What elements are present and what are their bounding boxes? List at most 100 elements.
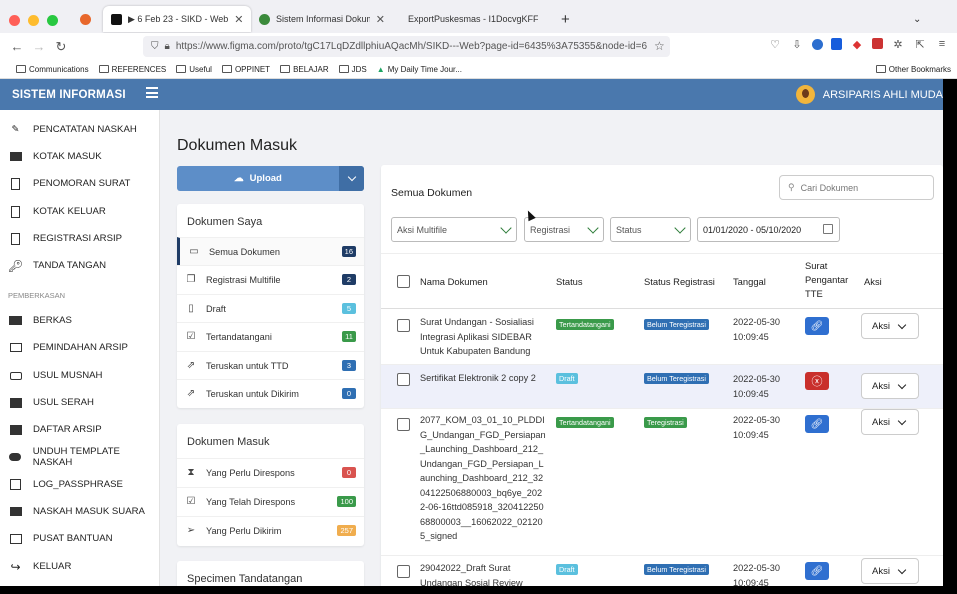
- sidebar-item-pemindahan-arsip[interactable]: PEMINDAHAN ARSIP: [0, 334, 160, 361]
- tab-export-puskesmas[interactable]: ExportPuskesmas - I1DocvgKFFaUt: [400, 6, 548, 32]
- bookmark-folder[interactable]: OPPINET: [221, 65, 270, 74]
- tab-sistem-informasi[interactable]: Sistem Informasi Dokumen Elek ✕: [251, 6, 393, 32]
- table-row[interactable]: Surat Undangan - Sosialiasi Integrasi Ap…: [381, 309, 943, 365]
- bookmark-folder[interactable]: JDS: [338, 64, 367, 74]
- tab-list-chevron-icon[interactable]: ⌄: [905, 6, 927, 32]
- document-icon: [9, 177, 22, 190]
- extension-badge-icon[interactable]: [872, 38, 883, 49]
- bookmark-folder[interactable]: BELAJAR: [280, 65, 329, 74]
- close-circle-icon[interactable]: ⓧ: [805, 372, 829, 390]
- aksi-dropdown[interactable]: Aksi: [861, 313, 919, 339]
- count-badge: 3: [342, 360, 356, 371]
- sidebar-item-registrasi-arsip[interactable]: REGISTRASI ARSIP: [0, 225, 160, 252]
- bookmark-folder[interactable]: Communications: [16, 65, 89, 74]
- upload-button[interactable]: ☁ Upload: [177, 173, 339, 184]
- filter-teruskan-dikirim[interactable]: ⇗ Teruskan untuk Dikirim 0: [177, 379, 364, 407]
- filter-teruskan-ttd[interactable]: ⇗ Teruskan untuk TTD 3: [177, 351, 364, 379]
- table-row[interactable]: 2077_KOM_03_01_10_PLDDIG_Undangan_FGD_Pe…: [381, 409, 943, 556]
- bookmark-star-icon[interactable]: ☆: [654, 39, 665, 53]
- filter-semua-dokumen[interactable]: ▭ Semua Dokumen 16: [177, 237, 364, 265]
- filter-perlu-dikirim[interactable]: ➢ Yang Perlu Dikirim 257: [177, 516, 364, 544]
- sidebar-item-berkas[interactable]: BERKAS: [0, 307, 160, 334]
- sidebar-item-penomoran-surat[interactable]: PENOMORAN SURAT: [0, 170, 160, 197]
- sidebar-item-naskah-masuk-suara[interactable]: NASKAH MASUK SUARA: [0, 498, 160, 525]
- sidebar-item-label: REGISTRASI ARSIP: [33, 233, 123, 244]
- select-all-checkbox[interactable]: [397, 275, 410, 288]
- aksi-dropdown[interactable]: Aksi: [861, 409, 919, 435]
- reload-icon[interactable]: ↻: [50, 39, 72, 55]
- chevron-down-icon: [587, 222, 599, 234]
- document-date: 2022-05-30 10:09:45: [733, 372, 780, 401]
- date-range-input[interactable]: 01/01/2020 - 05/10/2020: [697, 217, 840, 242]
- puzzle-icon[interactable]: ✲: [891, 38, 905, 52]
- bookmark-folder[interactable]: Useful: [176, 65, 212, 74]
- link-icon[interactable]: 🔗︎: [805, 415, 829, 433]
- minimize-window-button[interactable]: [28, 15, 39, 26]
- address-bar[interactable]: ⛉ 🔒︎ https://www.figma.com/proto/tgC17Lq…: [143, 36, 670, 57]
- filter-perlu-direspons[interactable]: ⧗ Yang Perlu Direspons 0: [177, 458, 364, 486]
- col-aksi: Aksi: [864, 276, 882, 287]
- sidebar-item-kotak-masuk[interactable]: KOTAK MASUK: [0, 143, 160, 170]
- link-icon[interactable]: 🔗︎: [805, 317, 829, 335]
- aksi-dropdown[interactable]: Aksi: [861, 558, 919, 584]
- close-tab-icon[interactable]: ✕: [228, 13, 243, 26]
- bookmark-label: JDS: [351, 64, 367, 74]
- downloads-icon[interactable]: ⇩: [790, 38, 804, 52]
- extension-red-icon[interactable]: ◆: [850, 38, 864, 52]
- document-name[interactable]: Sertifikat Elektronik 2 copy 2: [420, 371, 545, 386]
- hamburger-menu-icon[interactable]: [146, 87, 158, 98]
- registrasi-select[interactable]: Registrasi: [524, 217, 604, 242]
- status-select[interactable]: Status: [610, 217, 691, 242]
- menu-icon[interactable]: ≡: [935, 38, 949, 52]
- other-bookmarks[interactable]: Other Bookmarks: [875, 65, 951, 74]
- forward-arrow-icon[interactable]: →: [28, 39, 50, 54]
- row-checkbox[interactable]: [397, 565, 410, 578]
- share-icon[interactable]: ⇱: [913, 38, 927, 52]
- sidebar-item-pusat-bantuan[interactable]: PUSAT BANTUAN: [0, 525, 160, 552]
- upload-dropdown-button[interactable]: [339, 166, 364, 191]
- site-icon: [259, 13, 270, 25]
- bookmark-link[interactable]: ▲ My Daily Time Jour...: [377, 65, 462, 74]
- edit-icon: ✎: [11, 124, 20, 135]
- filter-tertandatangani[interactable]: ☑ Tertandatangani 11: [177, 322, 364, 350]
- document-name[interactable]: Surat Undangan - Sosialiasi Integrasi Ap…: [420, 315, 545, 359]
- sidebar-item-log-passphrase[interactable]: LOG_PASSPHRASE: [0, 471, 160, 498]
- table-row[interactable]: 29042022_Draft Surat Undangan Sosial Rev…: [381, 556, 943, 586]
- filter-draft[interactable]: ▯ Draft 5: [177, 294, 364, 322]
- multifile-action-select[interactable]: Aksi Multifile: [391, 217, 517, 242]
- maximize-window-button[interactable]: [47, 15, 58, 26]
- filter-registrasi-multifile[interactable]: ❐ Registrasi Multifile 2: [177, 265, 364, 293]
- sidebar-item-usul-serah[interactable]: USUL SERAH: [0, 389, 160, 416]
- sidebar-item-pencatatan-naskah[interactable]: ✎ PENCATATAN NASKAH: [0, 116, 160, 143]
- user-menu[interactable]: ARSIPARIS AHLI MUDA: [795, 85, 943, 104]
- filter-label: Yang Perlu Direspons: [206, 467, 295, 478]
- back-arrow-icon[interactable]: ←: [6, 39, 28, 54]
- sidebar-item-daftar-arsip[interactable]: DAFTAR ARSIP: [0, 416, 160, 443]
- firefox-view-tab[interactable]: [72, 6, 100, 32]
- sidebar-item-kotak-keluar[interactable]: KOTAK KELUAR: [0, 198, 160, 225]
- sidebar-item-tanda-tangan[interactable]: 🔑︎ TANDA TANGAN: [0, 252, 160, 279]
- sidebar-item-keluar[interactable]: ↪ KELUAR: [0, 553, 160, 580]
- table-row[interactable]: Sertifikat Elektronik 2 copy 2 Draft Bel…: [381, 365, 943, 409]
- bitwarden-icon[interactable]: [831, 38, 842, 50]
- document-name[interactable]: 2077_KOM_03_01_10_PLDDIG_Undangan_FGD_Pe…: [420, 413, 547, 544]
- pocket-icon[interactable]: ♡: [768, 38, 782, 52]
- chevron-down-icon: [897, 416, 907, 426]
- document-name[interactable]: 29042022_Draft Surat Undangan Sosial Rev…: [420, 561, 545, 586]
- row-checkbox[interactable]: [397, 373, 410, 386]
- close-window-button[interactable]: [9, 15, 20, 26]
- tab-sikd-web[interactable]: ▶ 6 Feb 23 - SIKD - Web ✕: [103, 6, 251, 32]
- row-checkbox[interactable]: [397, 418, 410, 431]
- close-tab-icon[interactable]: ✕: [370, 13, 385, 26]
- row-checkbox[interactable]: [397, 319, 410, 332]
- sidebar-item-unduh-template-naskah[interactable]: UNDUH TEMPLATE NASKAH: [0, 443, 160, 470]
- aksi-dropdown[interactable]: Aksi: [861, 373, 919, 399]
- new-tab-button[interactable]: +: [553, 6, 575, 32]
- bookmark-folder[interactable]: REFERENCES: [98, 65, 166, 74]
- sidebar-item-usul-musnah[interactable]: USUL MUSNAH: [0, 362, 160, 389]
- link-icon[interactable]: 🔗︎: [805, 562, 829, 580]
- search-input[interactable]: ⚲ Cari Dokumen: [779, 175, 934, 200]
- extension-icon[interactable]: [812, 39, 823, 50]
- filter-telah-direspons[interactable]: ☑ Yang Telah Direspons 100: [177, 487, 364, 515]
- folder-icon: [9, 341, 22, 354]
